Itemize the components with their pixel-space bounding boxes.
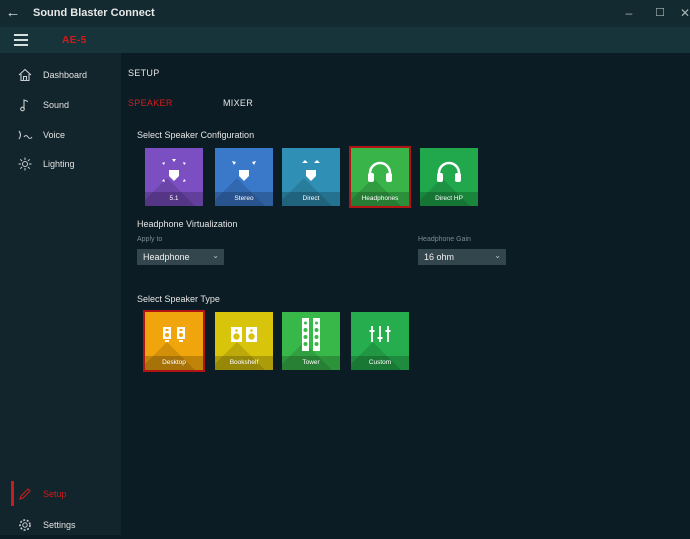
headphone-gain-dropdown[interactable]: 16 ohm ⌄ [418, 249, 506, 265]
gear-icon [17, 518, 33, 534]
bookshelf-speaker-icon [231, 327, 257, 342]
pencil-icon [17, 487, 33, 503]
tile-caption: Headphones [351, 192, 409, 206]
dropdown-value: 16 ohm [424, 252, 455, 262]
sidebar-item-lighting[interactable]: Lighting [0, 152, 121, 178]
speaker-config-direct[interactable]: Direct [282, 148, 340, 206]
sidebar-item-label: Sound [43, 100, 70, 110]
chevron-down-icon: ⌄ [494, 251, 501, 260]
device-bar [0, 27, 690, 53]
tab-speaker[interactable]: SPEAKER [128, 98, 173, 108]
tile-caption: Stereo [215, 192, 273, 206]
tile-caption: 5.1 [145, 192, 203, 206]
speaker-type-title: Select Speaker Type [137, 294, 220, 304]
desktop-speaker-icon [163, 327, 185, 342]
sidebar-item-settings[interactable]: Settings [0, 513, 121, 539]
direct-headphones-icon [437, 161, 461, 182]
back-arrow-icon[interactable]: ← [4, 4, 22, 22]
active-item-marker [11, 481, 14, 506]
voice-icon [17, 128, 33, 144]
tile-caption: Direct [282, 192, 340, 206]
speaker-type-tower[interactable]: Tower [282, 312, 340, 370]
speaker-type-bookshelf[interactable]: Bookshelf [215, 312, 273, 370]
speaker-type-custom[interactable]: Custom [351, 312, 409, 370]
sidebar-item-label: Settings [43, 520, 76, 530]
direct-icon [302, 160, 320, 181]
speaker-type-desktop[interactable]: Desktop [143, 310, 205, 372]
tile-caption: Direct HP [420, 192, 478, 206]
page-title: SETUP [128, 68, 160, 78]
sidebar: Dashboard Sound Voice Lighting Setup Set… [0, 53, 121, 535]
speaker-config-headphones[interactable]: Headphones [349, 146, 411, 208]
tile-caption: Bookshelf [215, 356, 273, 370]
sidebar-item-label: Lighting [43, 159, 75, 169]
tower-speaker-icon [302, 318, 320, 351]
tile-caption: Tower [282, 356, 340, 370]
speaker-config-stereo[interactable]: Stereo [215, 148, 273, 206]
device-name[interactable]: AE-5 [62, 35, 87, 46]
speaker-config-5-1[interactable]: 5.1 [145, 148, 203, 206]
hamburger-menu-icon[interactable] [14, 34, 28, 46]
maximize-icon[interactable]: ☐ [652, 6, 668, 20]
surround-5-1-icon [162, 159, 186, 182]
sidebar-item-setup[interactable]: Setup [0, 482, 121, 508]
sidebar-item-voice[interactable]: Voice [0, 123, 121, 149]
equalizer-icon [369, 326, 391, 342]
apply-to-dropdown[interactable]: Headphone ⌄ [137, 249, 224, 265]
tile-caption: Custom [351, 356, 409, 370]
speaker-config-title: Select Speaker Configuration [137, 130, 255, 140]
app-title: Sound Blaster Connect [33, 7, 155, 19]
sidebar-item-label: Setup [43, 489, 67, 499]
sidebar-item-dashboard[interactable]: Dashboard [0, 63, 121, 89]
headphone-gain-label: Headphone Gain [418, 236, 471, 243]
sidebar-item-label: Voice [43, 130, 66, 140]
dropdown-value: Headphone [143, 252, 190, 262]
minimize-icon[interactable]: – [621, 6, 637, 20]
music-note-icon [17, 98, 33, 114]
light-icon [17, 157, 33, 173]
tile-caption: Desktop [145, 356, 203, 370]
apply-to-label: Apply to [137, 236, 163, 243]
close-icon[interactable]: ✕ [680, 6, 690, 20]
headphones-icon [368, 161, 392, 182]
chevron-down-icon: ⌄ [212, 251, 219, 260]
sidebar-item-sound[interactable]: Sound [0, 93, 121, 119]
tab-mixer[interactable]: MIXER [223, 98, 253, 108]
speaker-config-direct-hp[interactable]: Direct HP [420, 148, 478, 206]
headphone-virtualization-title: Headphone Virtualization [137, 219, 238, 229]
stereo-icon [232, 161, 256, 181]
sidebar-item-label: Dashboard [43, 70, 88, 80]
home-icon [17, 68, 33, 84]
